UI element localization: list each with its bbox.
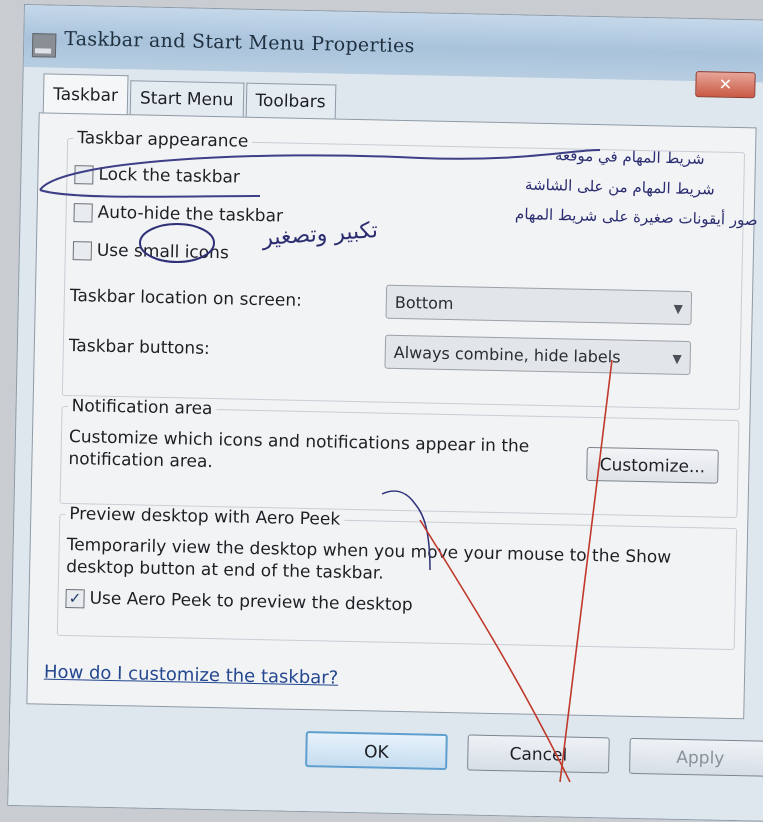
- apply-button[interactable]: Apply: [629, 737, 763, 777]
- taskbar-tab-panel: Taskbar appearance Lock the taskbar Auto…: [26, 112, 757, 720]
- autohide-checkbox[interactable]: [73, 202, 93, 222]
- tab-toolbars[interactable]: Toolbars: [245, 82, 336, 120]
- tab-taskbar[interactable]: Taskbar: [42, 73, 129, 117]
- taskbar-app-icon: [31, 33, 57, 58]
- chevron-down-icon: ▼: [672, 351, 682, 366]
- small-icons-label: Use small icons: [96, 240, 229, 264]
- help-link[interactable]: How do I customize the taskbar?: [44, 662, 339, 689]
- autohide-label: Auto-hide the taskbar: [97, 202, 284, 227]
- cancel-button[interactable]: Cancel: [467, 734, 610, 774]
- window-title: Taskbar and Start Menu Properties: [64, 27, 415, 58]
- lock-taskbar-label: Lock the taskbar: [98, 164, 241, 188]
- chevron-down-icon: ▼: [673, 301, 683, 316]
- location-select[interactable]: Bottom ▼: [385, 284, 693, 326]
- customize-button[interactable]: Customize...: [586, 446, 719, 484]
- buttons-label: Taskbar buttons:: [68, 336, 210, 359]
- lock-taskbar-row[interactable]: Lock the taskbar: [74, 164, 241, 188]
- tab-start-menu[interactable]: Start Menu: [129, 80, 244, 118]
- title-bar: Taskbar and Start Menu Properties ✕: [23, 5, 763, 99]
- lock-taskbar-checkbox[interactable]: [74, 164, 94, 184]
- small-icons-checkbox[interactable]: [72, 240, 93, 260]
- ok-button[interactable]: OK: [305, 731, 448, 771]
- notification-heading: Notification area: [67, 396, 217, 420]
- dialog-footer: OK Cancel Apply: [8, 704, 763, 821]
- close-button[interactable]: ✕: [695, 71, 756, 99]
- properties-dialog: Taskbar and Start Menu Properties ✕ Task…: [7, 4, 763, 822]
- buttons-select[interactable]: Always combine, hide labels ▼: [384, 334, 692, 376]
- taskbar-appearance-heading: Taskbar appearance: [72, 128, 253, 152]
- aero-peek-checkbox[interactable]: ✓: [65, 588, 85, 608]
- location-value: Bottom: [394, 292, 454, 314]
- small-icons-row[interactable]: Use small icons: [72, 240, 229, 264]
- buttons-value: Always combine, hide labels: [393, 342, 621, 367]
